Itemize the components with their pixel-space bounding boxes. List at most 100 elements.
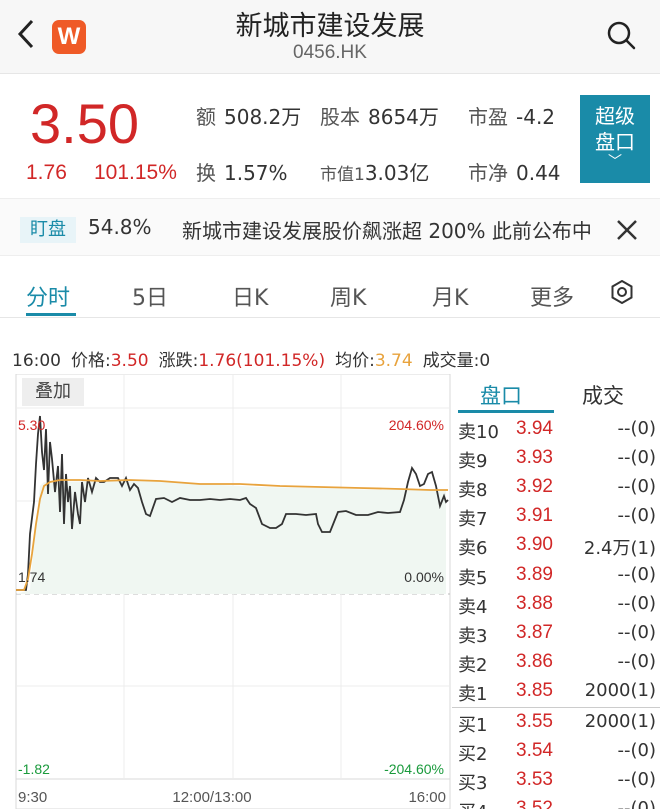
orderbook-row[interactable]: 卖10 3.94 --(0) [452,416,660,445]
intraday-chart-svg: 5.30 204.60% 1.74 0.00% -1.82 -204.60% 9… [15,374,451,809]
order-price: 3.91 [516,505,553,527]
quote-panel: 3.50 1.76 101.15% 额 508.2万 股本 8654万 市盈 -4.2… [0,75,660,195]
orderbook-row[interactable]: 卖4 3.88 --(0) [452,591,660,620]
info-avg: 3.74 [374,351,413,371]
super-button-line2: 盘口 [595,130,635,154]
order-volume: 2000(1) [584,679,656,701]
order-price: 3.52 [516,798,553,809]
tab-trades[interactable]: 成交 [582,380,624,410]
orderbook-row[interactable]: 卖5 3.89 --(0) [452,562,660,591]
tab-5day[interactable]: 5日 [132,280,168,312]
x-axis-midday: 12:00/13:00 [172,789,251,806]
tab-intraday[interactable]: 分时 [26,280,70,312]
last-price: 3.50 [30,92,139,155]
stock-name: 新城市建设发展 [235,11,425,42]
x-axis-start: 9:30 [18,789,47,806]
stat-label: 市盈 [468,105,508,129]
order-price: 3.87 [516,621,553,643]
top-bar: W 新城市建设发展 0456.HK [0,0,660,74]
y-axis-mid-pct: 0.00% [404,569,444,585]
order-volume: --(0) [617,740,657,762]
orderbook-row[interactable]: 卖2 3.86 --(0) [452,649,660,678]
orderbook-row[interactable]: 买1 3.55 2000(1) [452,709,660,738]
orderbook-row[interactable]: 卖6 3.90 2.4万(1) [452,532,660,561]
order-book: 盘口 成交 卖10 3.94 --(0) 卖9 3.93 --(0) 卖8 3.92 --(0)… [452,374,660,809]
info-avg-label: 均价:3.74 [335,351,413,371]
orderbook-row[interactable]: 卖8 3.92 --(0) [452,474,660,503]
order-volume: --(0) [617,798,657,809]
stat-value: 1.57% [224,161,288,185]
info-volume: 0 [479,351,491,371]
super-orderbook-button[interactable]: 超级 盘口 ﹀ [580,95,650,183]
order-side: 卖5 [458,567,488,589]
order-price: 3.89 [516,563,553,585]
order-price: 3.90 [516,534,553,556]
order-side: 卖4 [458,596,488,618]
order-volume: 2.4万(1) [583,538,656,560]
search-button[interactable] [606,20,638,52]
order-price: 3.55 [516,711,553,732]
order-side: 买4 [458,798,487,809]
tab-orderbook[interactable]: 盘口 [480,380,522,410]
y-axis-mid: 1.74 [18,569,45,585]
y-axis-bottom-pct: -204.60% [384,761,444,777]
order-side: 买3 [458,773,488,795]
chart-period-tabs: 分时 5日 日K 周K 月K 更多 [0,262,660,318]
price-change-pct: 101.15% [94,161,177,184]
news-ticker[interactable]: 盯盘 54.8% 新城市建设发展股价飙涨超 200% 此前公布中 [0,198,660,256]
order-volume: --(0) [617,447,657,469]
gear-icon [611,279,633,305]
intraday-chart[interactable]: 5.30 204.60% 1.74 0.00% -1.82 -204.60% 9… [0,374,452,809]
stat-value: 3.03亿 [364,161,430,185]
order-volume: --(0) [617,592,657,614]
orderbook-row[interactable]: 卖7 3.91 --(0) [452,503,660,532]
close-button[interactable] [616,211,638,249]
tab-daily-k[interactable]: 日K [232,280,268,312]
order-side: 卖1 [458,683,488,705]
order-price: 3.53 [516,769,553,791]
tab-monthly-k[interactable]: 月K [432,280,468,312]
y-axis-bottom: -1.82 [18,761,50,777]
order-price: 3.85 [516,679,553,701]
order-side: 卖2 [458,654,488,676]
stat-value: 0.44 [516,161,561,185]
order-side: 卖6 [458,538,488,560]
orderbook-row[interactable]: 卖9 3.93 --(0) [452,445,660,474]
order-side: 买2 [458,744,488,766]
order-volume: --(0) [617,650,657,672]
news-headline[interactable]: 新城市建设发展股价飙涨超 200% 此前公布中 [182,215,612,244]
info-volume-label: 成交量:0 [422,351,491,371]
info-change: 1.76(101.15%) [198,351,326,371]
stat-value: -4.2 [516,105,556,129]
crosshair-info: 16:00 价格:3.50 涨跌:1.76(101.15%) 均价:3.74 成交量:0 [12,346,500,371]
tab-weekly-k[interactable]: 周K [330,280,366,312]
orderbook-tabs: 盘口 成交 [452,374,660,414]
order-volume: 2000(1) [584,711,656,732]
chart-settings-button[interactable] [610,279,634,305]
orderbook-row[interactable]: 卖1 3.85 2000(1) [452,678,660,707]
info-price-label: 价格:3.50 [71,351,149,371]
stat-value: 508.2万 [224,105,302,129]
stat-pb: 市净 0.44 [468,157,561,186]
orderbook-row[interactable]: 买4 3.52 --(0) [452,796,660,809]
tab-more[interactable]: 更多 [530,280,574,312]
orderbook-row[interactable]: 卖3 3.87 --(0) [452,620,660,649]
order-price: 3.92 [516,476,553,498]
order-price: 3.93 [516,447,553,469]
orderbook-row[interactable]: 买2 3.54 --(0) [452,738,660,767]
info-time: 16:00 [12,351,61,371]
order-side: 卖8 [458,480,488,502]
overlay-button[interactable]: 叠加 [22,378,84,406]
x-axis-end: 16:00 [408,789,446,806]
order-volume: --(0) [617,505,657,527]
super-button-line1: 超级 [595,104,635,128]
stat-label: 股本 [320,105,360,129]
bid-ask-divider [452,707,660,708]
order-volume: --(0) [617,621,657,643]
order-volume: --(0) [617,563,657,585]
info-price: 3.50 [110,351,149,371]
stat-share-capital: 股本 8654万 [320,101,439,130]
ticker-fragment: 54.8% [88,215,152,239]
orderbook-row[interactable]: 买3 3.53 --(0) [452,767,660,796]
price-change: 1.76 [26,161,67,184]
